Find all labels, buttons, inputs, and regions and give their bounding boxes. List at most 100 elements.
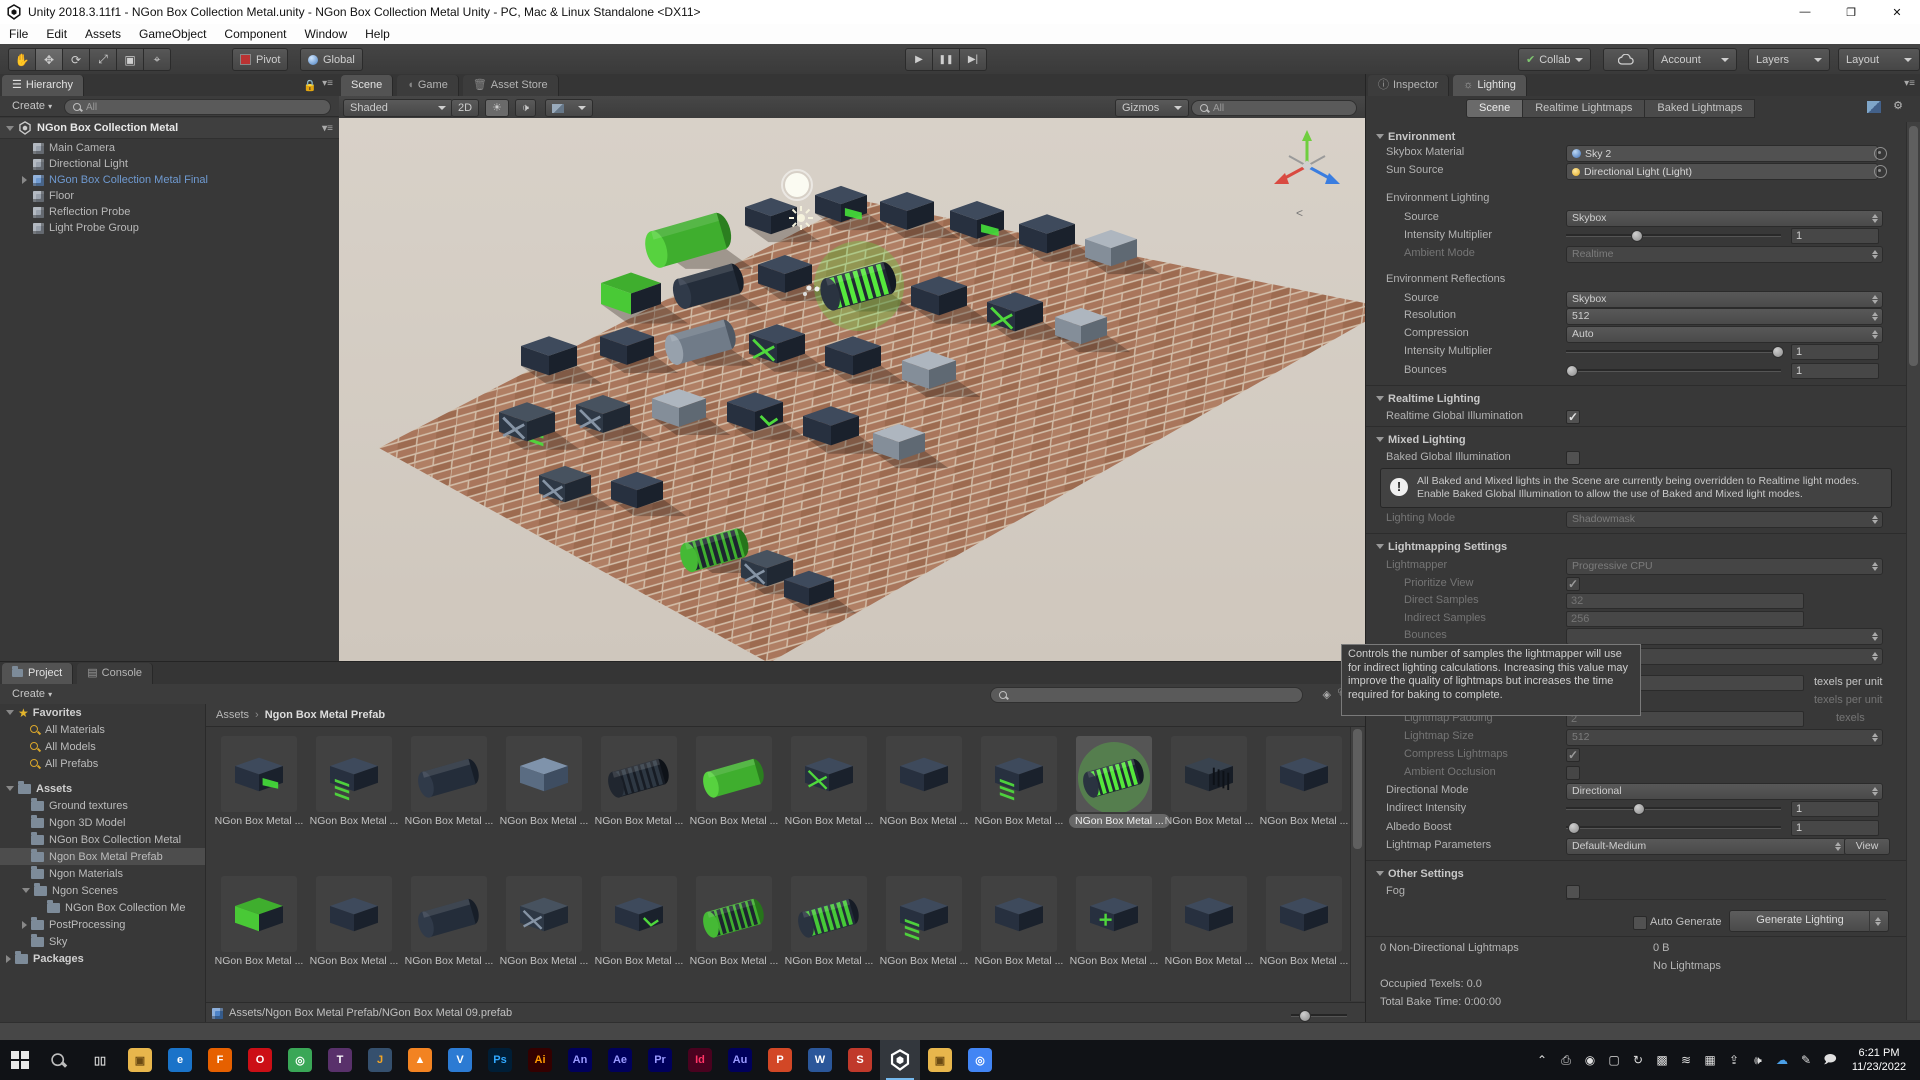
tab-hierarchy[interactable]: ☰Hierarchy: [2, 75, 84, 96]
tab-lighting[interactable]: ☼Lighting: [1453, 75, 1527, 96]
shield-icon[interactable]: ◉: [1578, 1040, 1602, 1080]
grid-scrollbar[interactable]: [1350, 727, 1364, 1001]
illustrator-icon[interactable]: Ai: [520, 1040, 560, 1080]
favorite-item[interactable]: All Prefabs: [0, 755, 205, 772]
effects-toggle[interactable]: [545, 99, 593, 117]
tab-asset-store[interactable]: 🗑Asset Store: [463, 75, 559, 96]
explorer-icon[interactable]: ▣: [920, 1040, 960, 1080]
view-button[interactable]: View: [1844, 838, 1890, 855]
folder-item[interactable]: Ngon Scenes: [0, 882, 205, 899]
account-button[interactable]: Account: [1653, 48, 1737, 71]
scene-search-input[interactable]: All: [1191, 100, 1357, 116]
hierarchy-search-input[interactable]: All: [64, 99, 331, 115]
step-button[interactable]: ▶|: [960, 48, 987, 71]
directional-mode-dropdown[interactable]: Directional: [1566, 783, 1883, 800]
asset-item[interactable]: NGon Box Metal ...: [879, 736, 969, 827]
global-button[interactable]: Global: [300, 48, 363, 71]
indirect-intensity-slider[interactable]: [1566, 807, 1781, 810]
usb-icon[interactable]: ⇪: [1722, 1040, 1746, 1080]
env-intensity-value[interactable]: 1: [1791, 228, 1879, 244]
baked-gi-checkbox[interactable]: [1566, 451, 1580, 465]
asset-item[interactable]: NGon Box Metal ...: [1259, 876, 1349, 967]
chrome-icon[interactable]: ◎: [280, 1040, 320, 1080]
folder-item[interactable]: Assets: [0, 780, 205, 797]
asset-item[interactable]: NGon Box Metal ...: [784, 736, 874, 827]
minimize-button[interactable]: —: [1782, 0, 1828, 24]
auto-generate-checkbox[interactable]: [1633, 916, 1647, 930]
audition-icon[interactable]: Au: [720, 1040, 760, 1080]
folder-item[interactable]: Sky: [0, 933, 205, 950]
persp-collapse[interactable]: <: [1296, 206, 1303, 220]
foldout-arrow[interactable]: [22, 888, 30, 893]
powerpoint-icon[interactable]: P: [760, 1040, 800, 1080]
foldout-arrow[interactable]: [6, 710, 14, 715]
layers-button[interactable]: Layers: [1748, 48, 1830, 71]
tab-console[interactable]: ▤Console: [77, 663, 153, 684]
opera-icon[interactable]: O: [240, 1040, 280, 1080]
hierarchy-menu-icon[interactable]: ▾≡: [322, 78, 333, 89]
network-icon[interactable]: ≋: [1674, 1040, 1698, 1080]
search-by-type-icon[interactable]: ◈: [1323, 688, 1331, 701]
menu-help[interactable]: Help: [356, 24, 399, 44]
mixed-lighting-header[interactable]: Mixed Lighting: [1376, 431, 1916, 449]
asset-item[interactable]: NGon Box Metal ...: [689, 736, 779, 827]
indesign-icon[interactable]: Id: [680, 1040, 720, 1080]
folder-item[interactable]: Ngon Box Metal Prefab: [0, 848, 205, 865]
sun-source-field[interactable]: Directional Light (Light): [1566, 163, 1878, 180]
asset-item[interactable]: NGon Box Metal ...: [1069, 736, 1159, 827]
fog-checkbox[interactable]: [1566, 885, 1580, 899]
generate-lighting-dropdown[interactable]: [1869, 910, 1889, 932]
object-picker-icon[interactable]: [1874, 165, 1887, 178]
asset-item[interactable]: NGon Box Metal ...: [404, 876, 494, 967]
maximize-button[interactable]: ❐: [1828, 0, 1874, 24]
indirect-intensity-value[interactable]: 1: [1791, 801, 1879, 817]
menu-gameobject[interactable]: GameObject: [130, 24, 215, 44]
subtab-baked-lightmaps[interactable]: Baked Lightmaps: [1645, 99, 1755, 118]
badge-icon[interactable]: ▦: [1698, 1040, 1722, 1080]
chrome2-icon[interactable]: ◎: [960, 1040, 1000, 1080]
folder-item[interactable]: PostProcessing: [0, 916, 205, 933]
project-create-button[interactable]: Create ▾: [6, 686, 58, 702]
asset-item[interactable]: NGon Box Metal ...: [214, 736, 304, 827]
folder-item[interactable]: Ground textures: [0, 797, 205, 814]
layout-button[interactable]: Layout: [1838, 48, 1920, 71]
move-tool[interactable]: ✥: [36, 48, 63, 71]
lighting-menu-icon[interactable]: ▾≡: [1904, 78, 1915, 89]
unity-icon[interactable]: [880, 1040, 920, 1080]
scene-root-row[interactable]: NGon Box Collection Metal ▾≡: [0, 118, 339, 139]
folder-item[interactable]: Ngon Materials: [0, 865, 205, 882]
favorites-root[interactable]: ★Favorites: [0, 704, 205, 721]
albedo-boost-value[interactable]: 1: [1791, 820, 1879, 836]
pause-button[interactable]: ❚❚: [933, 48, 960, 71]
asset-item[interactable]: NGon Box Metal ...: [974, 876, 1064, 967]
scale-tool[interactable]: ⤢: [90, 48, 117, 71]
play-button[interactable]: ▶: [905, 48, 933, 71]
2d-toggle[interactable]: 2D: [451, 99, 479, 117]
env-source-dropdown[interactable]: Skybox: [1566, 210, 1883, 227]
update-icon[interactable]: ↻: [1626, 1040, 1650, 1080]
hierarchy-item[interactable]: Reflection Probe: [0, 204, 339, 220]
file-explorer-icon[interactable]: ▣: [120, 1040, 160, 1080]
menu-edit[interactable]: Edit: [37, 24, 76, 44]
menu-assets[interactable]: Assets: [76, 24, 130, 44]
folder-item[interactable]: Packages: [0, 950, 205, 967]
tab-game[interactable]: ◖Game: [397, 75, 459, 96]
refl-intensity-slider[interactable]: [1566, 350, 1781, 353]
subtab-realtime-lightmaps[interactable]: Realtime Lightmaps: [1523, 99, 1645, 118]
steam-icon[interactable]: S: [840, 1040, 880, 1080]
favorite-item[interactable]: All Materials: [0, 721, 205, 738]
premiere-icon[interactable]: Pr: [640, 1040, 680, 1080]
word-icon[interactable]: W: [800, 1040, 840, 1080]
hierarchy-item[interactable]: Floor: [0, 188, 339, 204]
refl-bounces-value[interactable]: 1: [1791, 363, 1879, 379]
skybox-material-field[interactable]: Sky 2: [1566, 145, 1878, 162]
compression-dropdown[interactable]: Auto: [1566, 326, 1883, 343]
refl-intensity-value[interactable]: 1: [1791, 344, 1879, 360]
scene-render[interactable]: <: [339, 118, 1365, 661]
asset-item[interactable]: NGon Box Metal ...: [404, 736, 494, 827]
firefox-icon[interactable]: F: [200, 1040, 240, 1080]
object-picker-icon[interactable]: [1874, 147, 1887, 160]
realtime-gi-checkbox[interactable]: [1566, 410, 1580, 424]
gear-icon[interactable]: ⚙: [1893, 99, 1903, 112]
lighting-toggle[interactable]: ☀: [485, 99, 509, 117]
